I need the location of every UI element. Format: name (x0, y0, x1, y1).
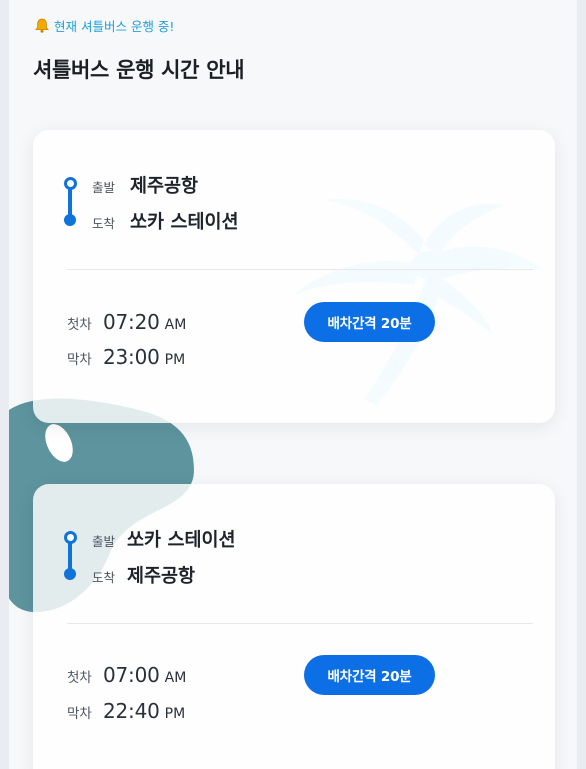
departure-label: 출발 (92, 534, 116, 549)
first-bus-label: 첫차 (67, 670, 92, 686)
arrival-dot-icon (64, 568, 76, 580)
shuttle-schedule-page: 현재 셔틀버스 운행 중! 셔틀버스 운행 시간 안내 출발 제주공항 도착 쏘… (9, 0, 577, 769)
last-bus-ampm: PM (164, 352, 186, 368)
arrival-stop: 도착 제주공항 (92, 562, 195, 588)
first-bus-ampm: AM (164, 317, 187, 333)
departure-stop: 출발 쏘카 스테이션 (92, 526, 236, 552)
first-bus-row: 첫차 07:20 AM (67, 310, 186, 334)
page-title: 셔틀버스 운행 시간 안내 (33, 58, 245, 82)
schedule-card-airport-to-station: 출발 제주공항 도착 쏘카 스테이션 첫차 07:20 AM 막차 23:00 … (33, 130, 555, 423)
first-bus-ampm: AM (164, 670, 187, 686)
interval-badge: 배차간격 20분 (304, 655, 435, 695)
departure-name: 쏘카 스테이션 (127, 530, 236, 551)
first-bus-row: 첫차 07:00 AM (67, 663, 186, 687)
notice-text: 현재 셔틀버스 운행 중! (54, 19, 175, 34)
last-bus-time: 23:00 (103, 345, 160, 369)
arrival-label: 도착 (92, 216, 116, 231)
last-bus-label: 막차 (67, 706, 92, 722)
card-divider (67, 623, 533, 624)
arrival-label: 도착 (92, 570, 116, 585)
departure-name: 제주공항 (130, 176, 199, 197)
last-bus-row: 막차 23:00 PM (67, 345, 185, 369)
last-bus-label: 막차 (67, 352, 92, 368)
last-bus-ampm: PM (164, 706, 186, 722)
departure-dot-icon (64, 531, 77, 544)
first-bus-time: 07:00 (103, 663, 160, 687)
arrival-stop: 도착 쏘카 스테이션 (92, 208, 239, 234)
first-bus-label: 첫차 (67, 317, 92, 333)
last-bus-row: 막차 22:40 PM (67, 699, 185, 723)
first-bus-time: 07:20 (103, 310, 160, 334)
operating-notice: 현재 셔틀버스 운행 중! (35, 16, 174, 35)
card-divider (67, 269, 533, 270)
last-bus-time: 22:40 (103, 699, 160, 723)
departure-dot-icon (64, 177, 77, 190)
departure-stop: 출발 제주공항 (92, 172, 198, 198)
schedule-card-station-to-airport: 출발 쏘카 스테이션 도착 제주공항 첫차 07:00 AM 막차 22:40 … (33, 484, 555, 769)
arrival-name: 제주공항 (127, 566, 196, 587)
departure-label: 출발 (92, 180, 116, 195)
interval-badge: 배차간격 20분 (304, 302, 435, 342)
arrival-name: 쏘카 스테이션 (130, 212, 239, 233)
arrival-dot-icon (64, 214, 76, 226)
bell-icon (35, 18, 49, 33)
